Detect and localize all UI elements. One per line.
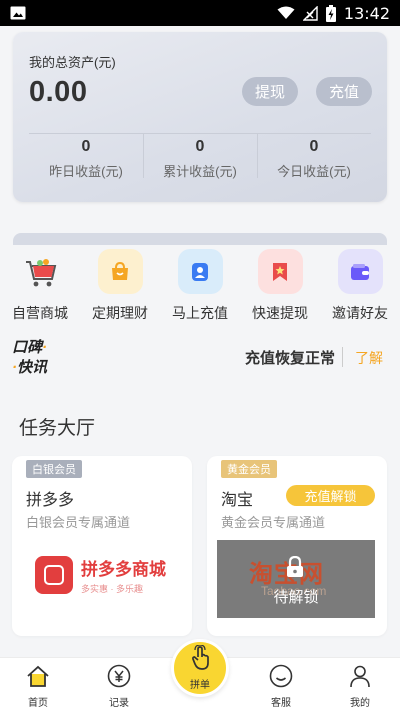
- stat-yesterday: 0 昨日收益(元): [29, 138, 143, 180]
- stat-caption: 今日收益(元): [277, 164, 351, 179]
- wifi-icon: [277, 6, 295, 20]
- quick-menu-label: 邀请好友: [332, 305, 388, 321]
- nav-home[interactable]: 首页: [8, 663, 68, 709]
- stat-value: 0: [81, 138, 91, 155]
- user-card-icon: [177, 249, 223, 294]
- battery-charging-icon: [325, 4, 336, 22]
- image-notification-icon: [10, 6, 26, 20]
- stat-value: 0: [309, 138, 319, 155]
- nav-group-order[interactable]: 拼单: [171, 639, 229, 697]
- quick-menu-item-withdraw[interactable]: 快速提现: [240, 249, 320, 323]
- task-name: 拼多多: [26, 492, 75, 509]
- news-ticker: 口碑· ·快讯 充值恢复正常 了解: [0, 334, 400, 382]
- wallet-bag-icon: [97, 249, 143, 294]
- status-left: [10, 6, 26, 20]
- task-card-taobao[interactable]: 黄金会员 淘宝 充值解锁 黄金会员专属通道 淘宝网 Taobao.com 待解锁: [207, 456, 387, 636]
- task-subtitle: 黄金会员专属通道: [221, 515, 326, 530]
- quick-menu-item-invite[interactable]: 邀请好友: [320, 249, 400, 323]
- pinduoduo-logo-icon: [35, 555, 73, 594]
- status-time: 13:42: [343, 3, 390, 23]
- stat-cumulative: 0 累计收益(元): [143, 138, 257, 180]
- lock-icon: [285, 555, 305, 583]
- quick-menu: 自营商城 定期理财 马上充值 快速提现 邀请好友: [0, 249, 400, 329]
- locked-label: 待解锁: [273, 589, 319, 606]
- nav-label: 首页: [28, 698, 48, 709]
- asset-divider: [29, 133, 371, 134]
- news-logo-line1: 口碑: [12, 339, 43, 356]
- news-text[interactable]: 充值恢复正常: [245, 347, 335, 368]
- nav-label: 记录: [109, 698, 129, 709]
- smile-service-icon: [268, 663, 294, 689]
- withdraw-button[interactable]: 提现: [242, 77, 298, 106]
- recharge-unlock-button[interactable]: 充值解锁: [286, 485, 375, 506]
- person-icon: [347, 663, 373, 689]
- banner-title: 拼多多商城: [81, 559, 166, 579]
- nav-label: 拼单: [190, 680, 210, 691]
- banner-carousel[interactable]: [13, 233, 387, 245]
- status-right: 13:42: [277, 4, 390, 23]
- home-icon: [25, 663, 51, 689]
- stat-value: 0: [195, 138, 205, 155]
- stat-caption: 昨日收益(元): [49, 164, 123, 179]
- nav-records[interactable]: 记录: [89, 663, 149, 709]
- pinduoduo-banner: 拼多多商城 多实惠 · 多乐趣: [25, 537, 181, 612]
- news-logo: 口碑· ·快讯: [12, 339, 48, 376]
- status-bar: 13:42: [0, 0, 400, 26]
- quick-menu-label: 快速提现: [252, 305, 308, 321]
- banner-slogan: 多实惠 · 多乐趣: [81, 583, 143, 594]
- shopping-cart-icon: [18, 249, 63, 294]
- task-card-pinduoduo[interactable]: 白银会员 拼多多 白银会员专属通道 拼多多商城 多实惠 · 多乐趣: [12, 456, 192, 636]
- quick-menu-label: 定期理财: [92, 305, 148, 321]
- total-assets-amount: 0.00: [29, 76, 88, 108]
- nav-label: 我的: [350, 698, 370, 709]
- nav-label: 客服: [271, 698, 291, 709]
- tap-hand-icon: [188, 644, 212, 676]
- news-separator: [342, 347, 343, 367]
- member-tag: 黄金会员: [221, 460, 277, 478]
- bookmark-star-icon: [257, 249, 303, 294]
- signal-icon: [302, 5, 318, 21]
- nav-mine[interactable]: 我的: [330, 663, 390, 709]
- task-hall-title: 任务大厅: [19, 418, 96, 439]
- task-subtitle: 白银会员专属通道: [26, 515, 131, 530]
- quick-menu-item-mall[interactable]: 自营商城: [0, 249, 80, 323]
- quick-menu-item-finance[interactable]: 定期理财: [80, 249, 160, 323]
- recharge-button[interactable]: 充值: [316, 77, 372, 106]
- quick-menu-label: 马上充值: [172, 305, 228, 321]
- taobao-banner: 淘宝网 Taobao.com 待解锁: [217, 540, 375, 618]
- yen-record-icon: [106, 663, 132, 689]
- member-tag: 白银会员: [26, 460, 82, 478]
- nav-service[interactable]: 客服: [251, 663, 311, 709]
- asset-card: 我的总资产(元) 0.00 提现 充值 0 昨日收益(元) 0 累计收益(元) …: [13, 32, 387, 202]
- total-assets-label: 我的总资产(元): [29, 55, 116, 70]
- quick-menu-item-recharge[interactable]: 马上充值: [160, 249, 240, 323]
- task-name: 淘宝: [221, 492, 254, 509]
- quick-menu-label: 自营商城: [12, 305, 68, 321]
- news-more-link[interactable]: 了解: [355, 348, 383, 368]
- wallet-icon: [337, 249, 383, 294]
- news-logo-line2: 快讯: [17, 359, 48, 376]
- stat-today: 0 今日收益(元): [257, 138, 371, 180]
- stat-caption: 累计收益(元): [163, 164, 237, 179]
